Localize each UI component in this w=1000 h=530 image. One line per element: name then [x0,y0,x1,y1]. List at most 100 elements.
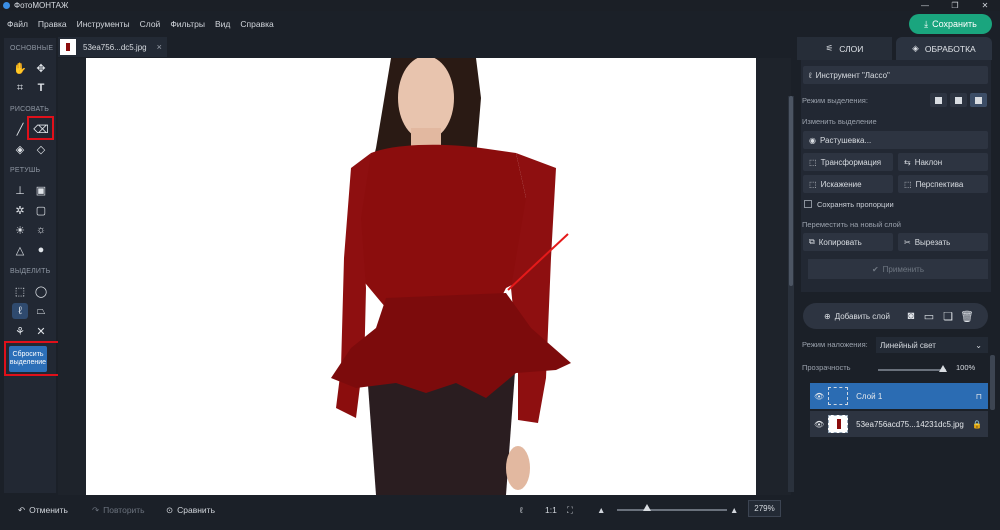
layer-thumbnail [828,415,849,433]
transform-icon: ⬚ [809,157,817,167]
rect-select-icon[interactable]: ⬚ [12,283,28,299]
document-tab[interactable]: 53ea756...dc5.jpg × [58,37,167,57]
add-layer-button[interactable]: ⊕ Добавить слой [818,307,894,325]
cut-button[interactable]: ✂ Вырезать [898,233,988,251]
mode-subtract-button[interactable] [970,93,987,107]
distortion-button[interactable]: ⬚ Искажение [803,175,893,193]
keep-proportions-checkbox[interactable] [804,200,812,208]
canvas-area[interactable] [58,58,791,495]
close-tab-icon[interactable]: × [157,42,162,52]
feather-icon: ◉ [809,135,816,145]
eraser-highlight-box [27,116,54,140]
text-tool-icon[interactable]: T [33,80,49,96]
shapes-tool-icon[interactable]: ◇ [33,141,49,157]
blend-mode-select[interactable]: Линейный свет ⌄ [876,337,988,353]
section-draw: РИСОВАТЬ [10,106,50,113]
menu-file[interactable]: Файл [7,19,28,29]
compare-button[interactable]: ⊙ Сравнить [166,505,215,516]
woman-photo [331,58,571,495]
distortion-label: Искажение [820,179,862,189]
mode-new-button[interactable] [930,93,947,107]
frame-tool-icon[interactable]: ▢ [33,202,49,218]
menu-help[interactable]: Справка [240,19,273,29]
unlock-icon[interactable]: ⊓ [976,392,982,401]
fit-screen-icon[interactable]: ⛶ [567,505,573,516]
photo-canvas[interactable] [86,58,756,495]
fill-tool-icon[interactable]: ◈ [12,141,28,157]
stamp-tool-icon[interactable]: ⊥ [12,182,28,198]
tab-layers[interactable]: ⚟ СЛОИ [797,37,892,60]
layer-row[interactable]: 👁 Слой 1 ⊓ [810,383,988,409]
transform-button[interactable]: ⬚ Трансформация [803,153,893,171]
menu-edit[interactable]: Правка [38,19,67,29]
perspective-icon: ⬚ [904,179,912,189]
blend-mode-value: Линейный свет [880,340,936,350]
menu-layer[interactable]: Слой [140,19,161,29]
brightness-tool-icon[interactable]: ☀ [12,222,28,238]
heal-tool-icon[interactable]: ✲ [12,202,28,218]
menu-view[interactable]: Вид [215,19,230,29]
lasso-tool-button[interactable]: ℓ Инструмент "Лассо" [803,66,988,84]
section-select: ВЫДЕЛИТЬ [10,268,51,275]
tilt-button[interactable]: ⇆ Наклон [898,153,988,171]
blur-tool-icon[interactable]: ● [33,242,49,258]
menu-filters[interactable]: Фильтры [170,19,205,29]
download-icon: ⤓ [924,18,929,29]
polygon-lasso-icon[interactable]: ⏢ [33,303,49,319]
zoom-slider[interactable] [617,509,727,511]
opacity-label: Прозрачность [802,363,851,372]
perspective-button[interactable]: ⬚ Перспектива [898,175,988,193]
opacity-slider[interactable] [878,369,946,371]
eye-icon[interactable]: 👁 [814,392,824,401]
crop-tool-icon[interactable]: ⌗ [12,80,28,96]
app-logo-icon [3,2,10,9]
menu-tools[interactable]: Инструменты [77,19,130,29]
zoom-in-icon[interactable]: ▲ [730,505,738,515]
maximize-button[interactable]: ❐ [940,0,970,11]
duplicate-icon[interactable]: ❏ [940,308,956,324]
copy-button[interactable]: ⧉ Копировать [803,233,893,251]
lasso-select-icon[interactable]: ℓ [12,303,28,319]
save-button[interactable]: ⤓ Сохранить [909,14,992,34]
move-to-layer-label: Переместить на новый слой [802,220,901,229]
brush-tool-icon[interactable]: ╱ [12,121,28,137]
actual-size-button[interactable]: 1:1 [545,505,557,515]
layer-row[interactable]: 👁 53ea756acd75...14231dc5.jpg 🔒 [810,411,988,437]
patch-tool-icon[interactable]: ▣ [33,182,49,198]
toolbox: ОСНОВНЫЕ ✋ ✥ ⌗ T РИСОВАТЬ ╱ ⌫ ◈ ◇ РЕТУШЬ… [4,38,56,493]
zoom-out-icon[interactable]: ▲ [597,505,605,515]
eye-icon[interactable]: 👁 [814,420,824,429]
magic-select-icon[interactable]: ⚘ [12,323,28,339]
transform-label: Трансформация [820,157,882,167]
tab-processing[interactable]: ◈ ОБРАБОТКА [896,37,992,60]
opacity-slider-handle[interactable] [939,365,947,372]
ellipse-select-icon[interactable]: ◯ [33,283,49,299]
change-selection-label: Изменить выделение [802,117,877,126]
zoom-value[interactable]: 279% [748,500,781,517]
app-title: ФотоМОНТАЖ [14,1,69,10]
close-window-button[interactable]: ✕ [970,0,1000,11]
layers-stack-icon: ◈ [912,43,919,53]
canvas-scroll-thumb[interactable] [789,96,793,286]
dodge-tool-icon[interactable]: ☼ [33,222,49,238]
move-tool-icon[interactable]: ✥ [33,60,49,76]
lasso-status-icon[interactable]: ℓ [520,505,523,515]
canvas-scrollbar[interactable] [788,96,794,492]
folder-icon[interactable]: ▭ [921,308,937,324]
mask-icon[interactable]: ◙ [903,308,919,324]
layers-scrollbar[interactable] [990,355,995,410]
trash-icon[interactable]: 🗑 [959,308,975,324]
zoom-slider-handle[interactable] [643,504,651,511]
minimize-button[interactable]: — [910,0,940,11]
hand-tool-icon[interactable]: ✋ [12,60,28,76]
sharpen-tool-icon[interactable]: △ [12,242,28,258]
magic-wand-icon[interactable]: ✕ [33,323,49,339]
mode-add-button[interactable] [950,93,967,107]
feather-button[interactable]: ◉ Растушевка... [803,131,988,149]
scissors-icon: ✂ [904,237,911,247]
compare-label: Сравнить [177,505,215,515]
undo-button[interactable]: ↶ Отменить [18,505,68,516]
apply-button[interactable]: ✔ Применить [808,259,988,279]
lock-icon[interactable]: 🔒 [972,420,982,429]
redo-button[interactable]: ↷ Повторить [92,505,145,516]
